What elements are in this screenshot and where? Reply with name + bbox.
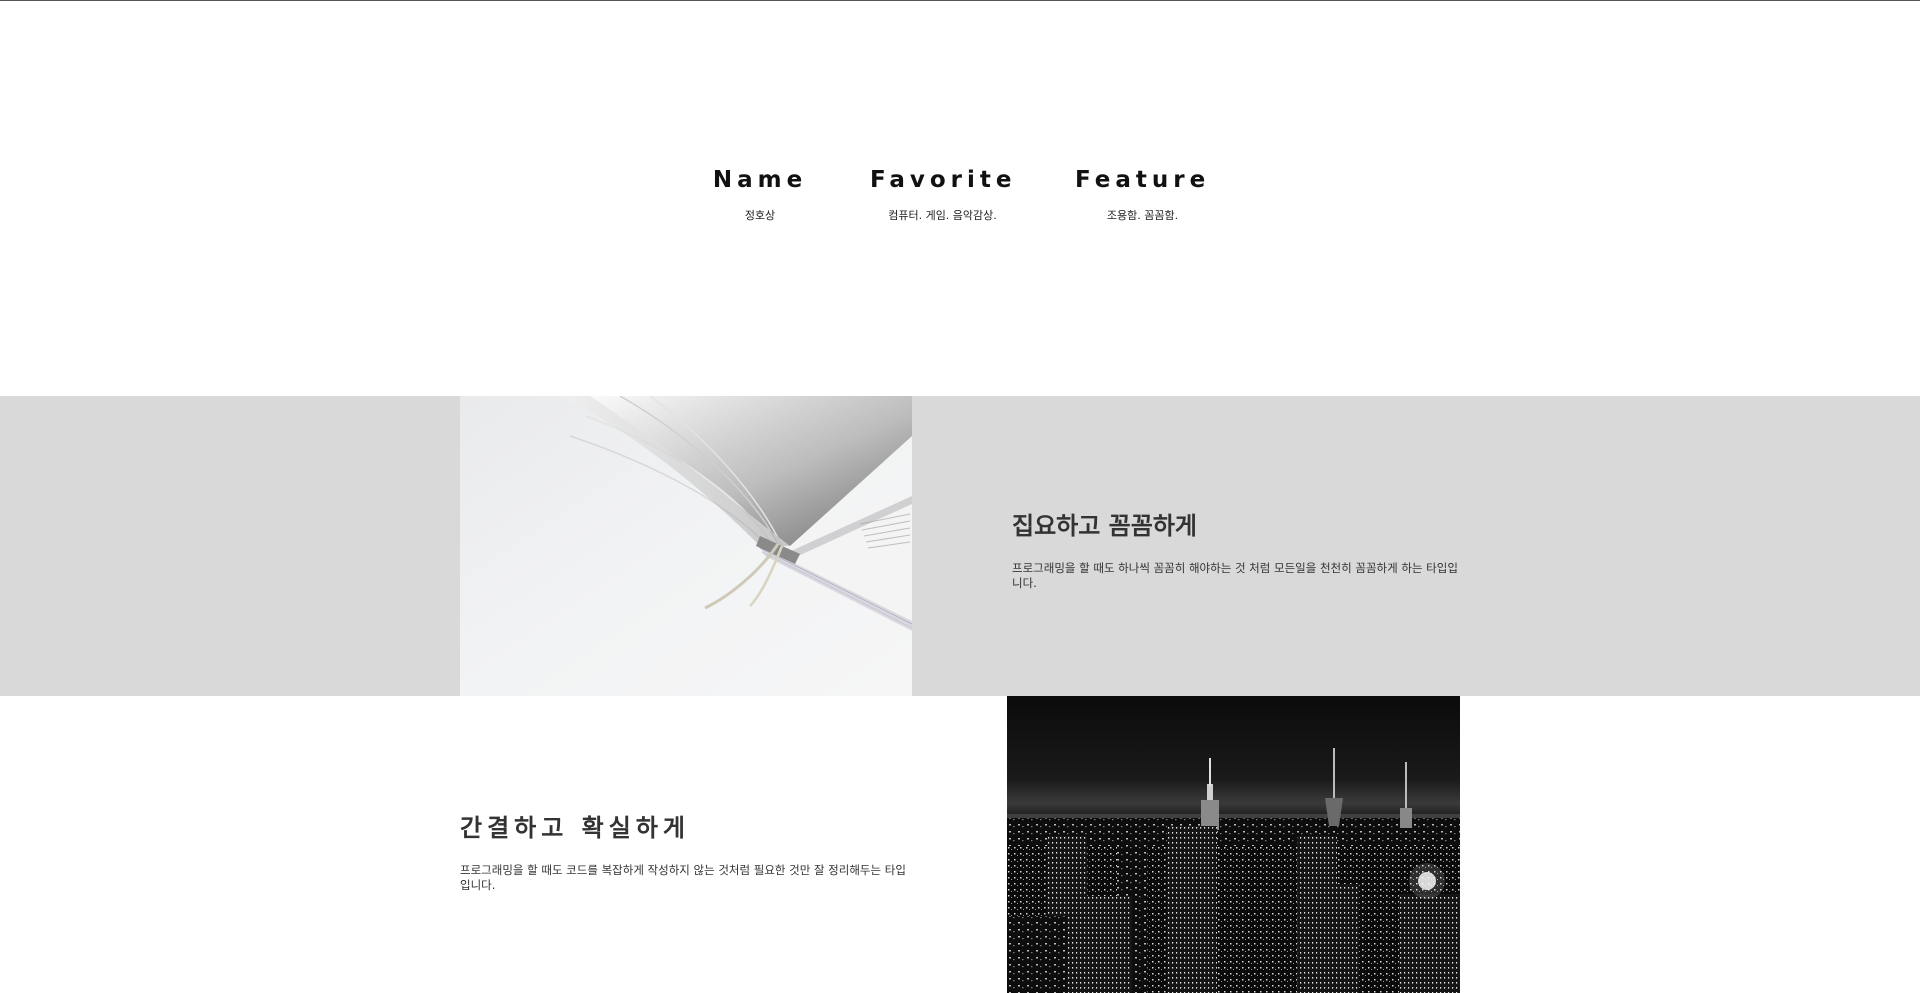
name-heading: Name (712, 167, 808, 193)
feature-title: 간결하고 확실하게 (460, 814, 690, 842)
feature-value: 조용함. 꼼꼼함. (1106, 209, 1179, 222)
feature-description: 프로그래밍을 할 때도 코드를 복잡하게 작성하지 않는 것처럼 필요한 것만 … (460, 863, 906, 892)
open-book-photo (460, 396, 912, 696)
profile-name-column: Name 정호상 (710, 167, 810, 223)
favorite-value: 컴퓨터. 게임. 음악감상. (888, 209, 997, 222)
profile-favorite-column: Favorite 컴퓨터. 게임. 음악감상. (870, 167, 1015, 223)
feature-description: 프로그래밍을 할 때도 하나씩 꼼꼼히 해야하는 것 처럼 모든일을 천천히 꼼… (1012, 561, 1458, 590)
profile-section: Name 정호상 Favorite 컴퓨터. 게임. 음악감상. Feature… (0, 1, 1920, 396)
name-value: 정호상 (744, 209, 776, 222)
profile-feature-column: Feature 조용함. 꼼꼼함. (1075, 167, 1210, 223)
favorite-heading: Favorite (870, 167, 1017, 193)
feature-heading: Feature (1075, 167, 1211, 193)
feature-section-meticulous: 집요하고 꼼꼼하게 프로그래밍을 할 때도 하나씩 꼼꼼히 해야하는 것 처럼 … (0, 396, 1920, 696)
feature-section-concise: 간결하고 확실하게 프로그래밍을 할 때도 코드를 복잡하게 작성하지 않는 것… (0, 696, 1920, 993)
feature-text-meticulous: 집요하고 꼼꼼하게 프로그래밍을 할 때도 하나씩 꼼꼼히 해야하는 것 처럼 … (1012, 506, 1462, 591)
feature-text-concise: 간결하고 확실하게 프로그래밍을 할 때도 코드를 복잡하게 작성하지 않는 것… (460, 808, 910, 893)
feature-title: 집요하고 꼼꼼하게 (1012, 512, 1197, 540)
night-city-skyline-photo (1007, 696, 1460, 993)
